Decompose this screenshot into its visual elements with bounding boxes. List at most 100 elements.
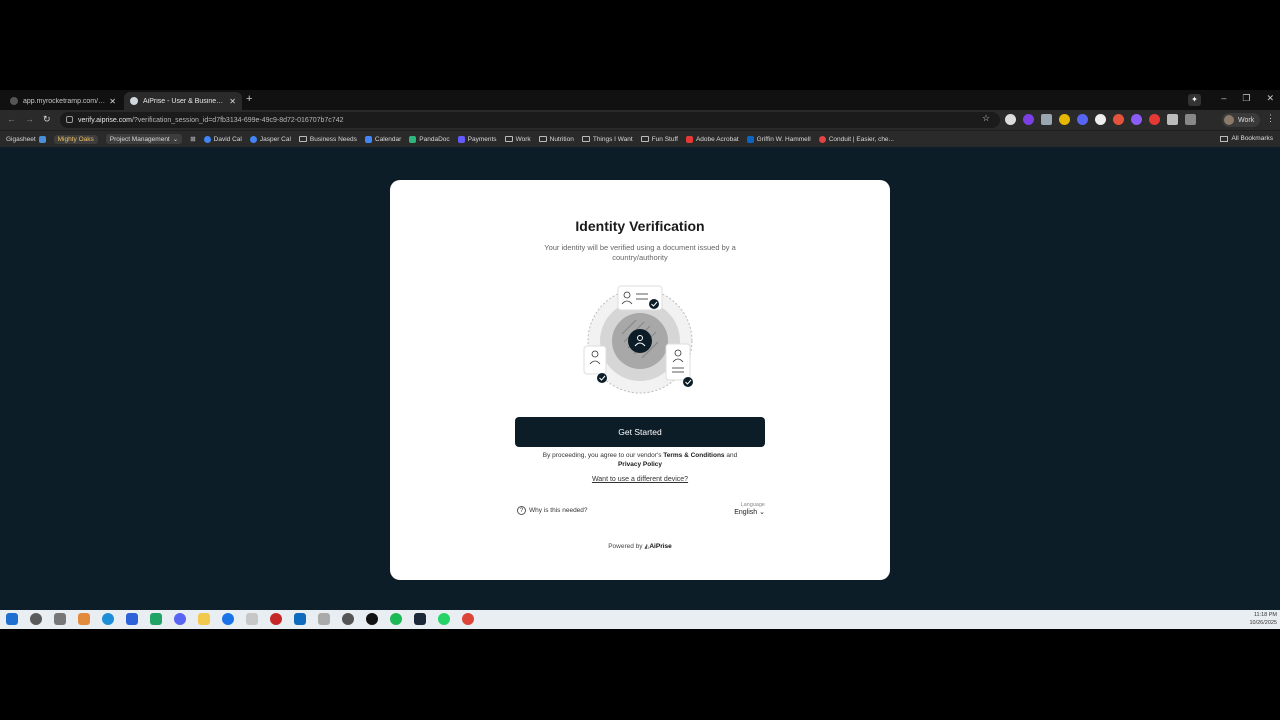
spotify-icon[interactable] [390,613,402,625]
forward-icon[interactable]: → [25,114,34,124]
extension-icon[interactable] [1131,114,1142,125]
windows-start-icon[interactable] [6,613,18,625]
language-selector[interactable]: Language English ⌄ [734,502,765,516]
bookmark-label: Calendar [374,135,402,143]
bookmark-conduit[interactable]: Conduit | Easier, che... [818,135,894,143]
steam-icon[interactable] [414,613,426,625]
app-icon[interactable] [342,613,354,625]
bookmark-fun-stuff[interactable]: Fun Stuff [640,136,678,143]
restore-icon[interactable]: ❐ [1242,93,1250,104]
page-title: Identity Verification [575,218,705,234]
extension-icon[interactable] [1113,114,1124,125]
different-device-link[interactable]: Want to use a different device? [390,476,890,483]
browser-chrome: app.myrocketramp.com/withd ✕ AiPrise - U… [0,90,1280,147]
terms-link[interactable]: Terms & Conditions [663,452,724,459]
bookmark-things-i-want[interactable]: Things I Want [581,135,633,143]
verification-card: Identity Verification Your identity will… [390,180,890,580]
edge-icon[interactable] [102,613,114,625]
extension-icon[interactable] [1095,114,1106,125]
extension-icon[interactable] [1077,114,1088,125]
close-tab-icon[interactable]: ✕ [229,97,236,106]
tiktok-icon[interactable] [366,613,378,625]
extension-icon[interactable] [1041,114,1052,125]
bookmark-mighty-oaks[interactable]: Mighty Oaks [53,134,98,144]
outlook-icon[interactable] [294,613,306,625]
bookmark-griffin[interactable]: Griffin W. Hammell [746,135,811,143]
site-info-icon[interactable] [66,116,73,123]
task-view-icon[interactable] [54,613,66,625]
app-icon[interactable] [270,613,282,625]
excel-icon[interactable] [150,613,162,625]
new-tab-icon[interactable]: + [246,93,252,105]
bookmark-jasper-cal[interactable]: Jasper Cal [249,135,291,143]
chevron-down-icon: ⌄ [759,509,765,516]
bookmark-project-management[interactable]: Project Management ⌄ [105,134,183,144]
reload-icon[interactable]: ↻ [43,114,51,125]
sparkle-icon[interactable]: ✦ [1188,94,1201,106]
get-started-button[interactable]: Get Started [515,417,765,447]
tab-favicon [10,97,18,105]
puzzle-icon[interactable] [1167,114,1178,125]
close-window-icon[interactable]: ✕ [1266,93,1274,104]
folder-icon [1220,135,1229,142]
close-tab-icon[interactable]: ✕ [109,97,116,106]
bookmark-work[interactable]: Work [504,135,531,143]
app-icon[interactable] [318,613,330,625]
bookmark-david-cal[interactable]: David Cal [203,135,242,143]
profile-button[interactable]: Work [1222,113,1261,127]
bookmark-business-needs[interactable]: Business Needs [298,135,357,143]
chrome-icon[interactable] [462,613,474,625]
side-panel-icon[interactable] [1185,114,1196,125]
system-clock[interactable]: 11:18 PM 10/26/2025 [1249,611,1277,627]
search-icon[interactable] [30,613,42,625]
powered-label: Powered by [608,543,643,550]
all-bookmarks[interactable]: All Bookmarks [1220,135,1273,142]
tab-favicon [130,97,138,105]
payments-icon [457,135,465,143]
bookmark-calendar[interactable]: Calendar [364,135,402,143]
file-explorer-icon[interactable] [198,613,210,625]
bookmark-payments[interactable]: Payments [457,135,497,143]
bookmark-label: Payments [467,135,497,143]
extension-icon[interactable] [1149,114,1160,125]
bookmark-pandadoc[interactable]: PandaDoc [409,135,450,143]
linkedin-icon [746,135,754,143]
page-subtitle: Your identity will be verified using a d… [544,243,736,262]
why-needed-link[interactable]: ? Why is this needed? [517,506,588,515]
tab-rocketramp[interactable]: app.myrocketramp.com/withd ✕ [4,92,122,110]
bookmark-label: Conduit | Easier, che... [828,135,894,143]
taskbar: 11:18 PM 10/26/2025 [0,610,1280,629]
minimize-icon[interactable]: – [1221,93,1226,104]
app-icon[interactable] [246,613,258,625]
privacy-link[interactable]: Privacy Policy [618,461,662,468]
bookmark-adobe-acrobat[interactable]: Adobe Acrobat [685,135,739,143]
extension-icon[interactable] [1005,114,1016,125]
bookmark-nutrition[interactable]: Nutrition [538,136,574,143]
legal-and: and [726,452,738,459]
legal-prefix: By proceeding, you agree to our vendor's [542,452,662,459]
tab-title: AiPrise - User & Business Verif [143,97,225,105]
zoom-icon[interactable] [126,613,138,625]
bookmark-gigasheet[interactable]: Gigasheet [6,135,46,143]
apps-icon[interactable]: ⊞ [190,135,195,143]
extension-icon[interactable] [1059,114,1070,125]
powered-by: Powered by ◭AiPrise [390,542,890,550]
app-icon[interactable] [222,613,234,625]
page-viewport: Identity Verification Your identity will… [0,147,1280,610]
url-path: /?verification_session_id=d7fb3134-699e-… [131,116,344,124]
avatar [1224,115,1234,125]
tab-aiprise[interactable]: AiPrise - User & Business Verif ✕ [124,92,242,110]
extension-icon[interactable] [1023,114,1034,125]
bookmark-label: Things I Want [592,135,633,143]
bookmark-label: Business Needs [309,135,357,143]
discord-icon[interactable] [174,613,186,625]
bookmark-star-icon[interactable]: ☆ [982,113,990,124]
window-controls: – ❐ ✕ [1221,93,1274,104]
tab-strip: app.myrocketramp.com/withd ✕ AiPrise - U… [0,90,1280,110]
bookmark-label: Work [515,135,531,143]
back-icon[interactable]: ← [7,114,16,124]
menu-icon[interactable]: ⋮ [1266,113,1275,124]
copilot-icon[interactable] [78,613,90,625]
whatsapp-icon[interactable] [438,613,450,625]
address-bar[interactable]: verify.aiprise.com/?verification_session… [60,112,1000,128]
